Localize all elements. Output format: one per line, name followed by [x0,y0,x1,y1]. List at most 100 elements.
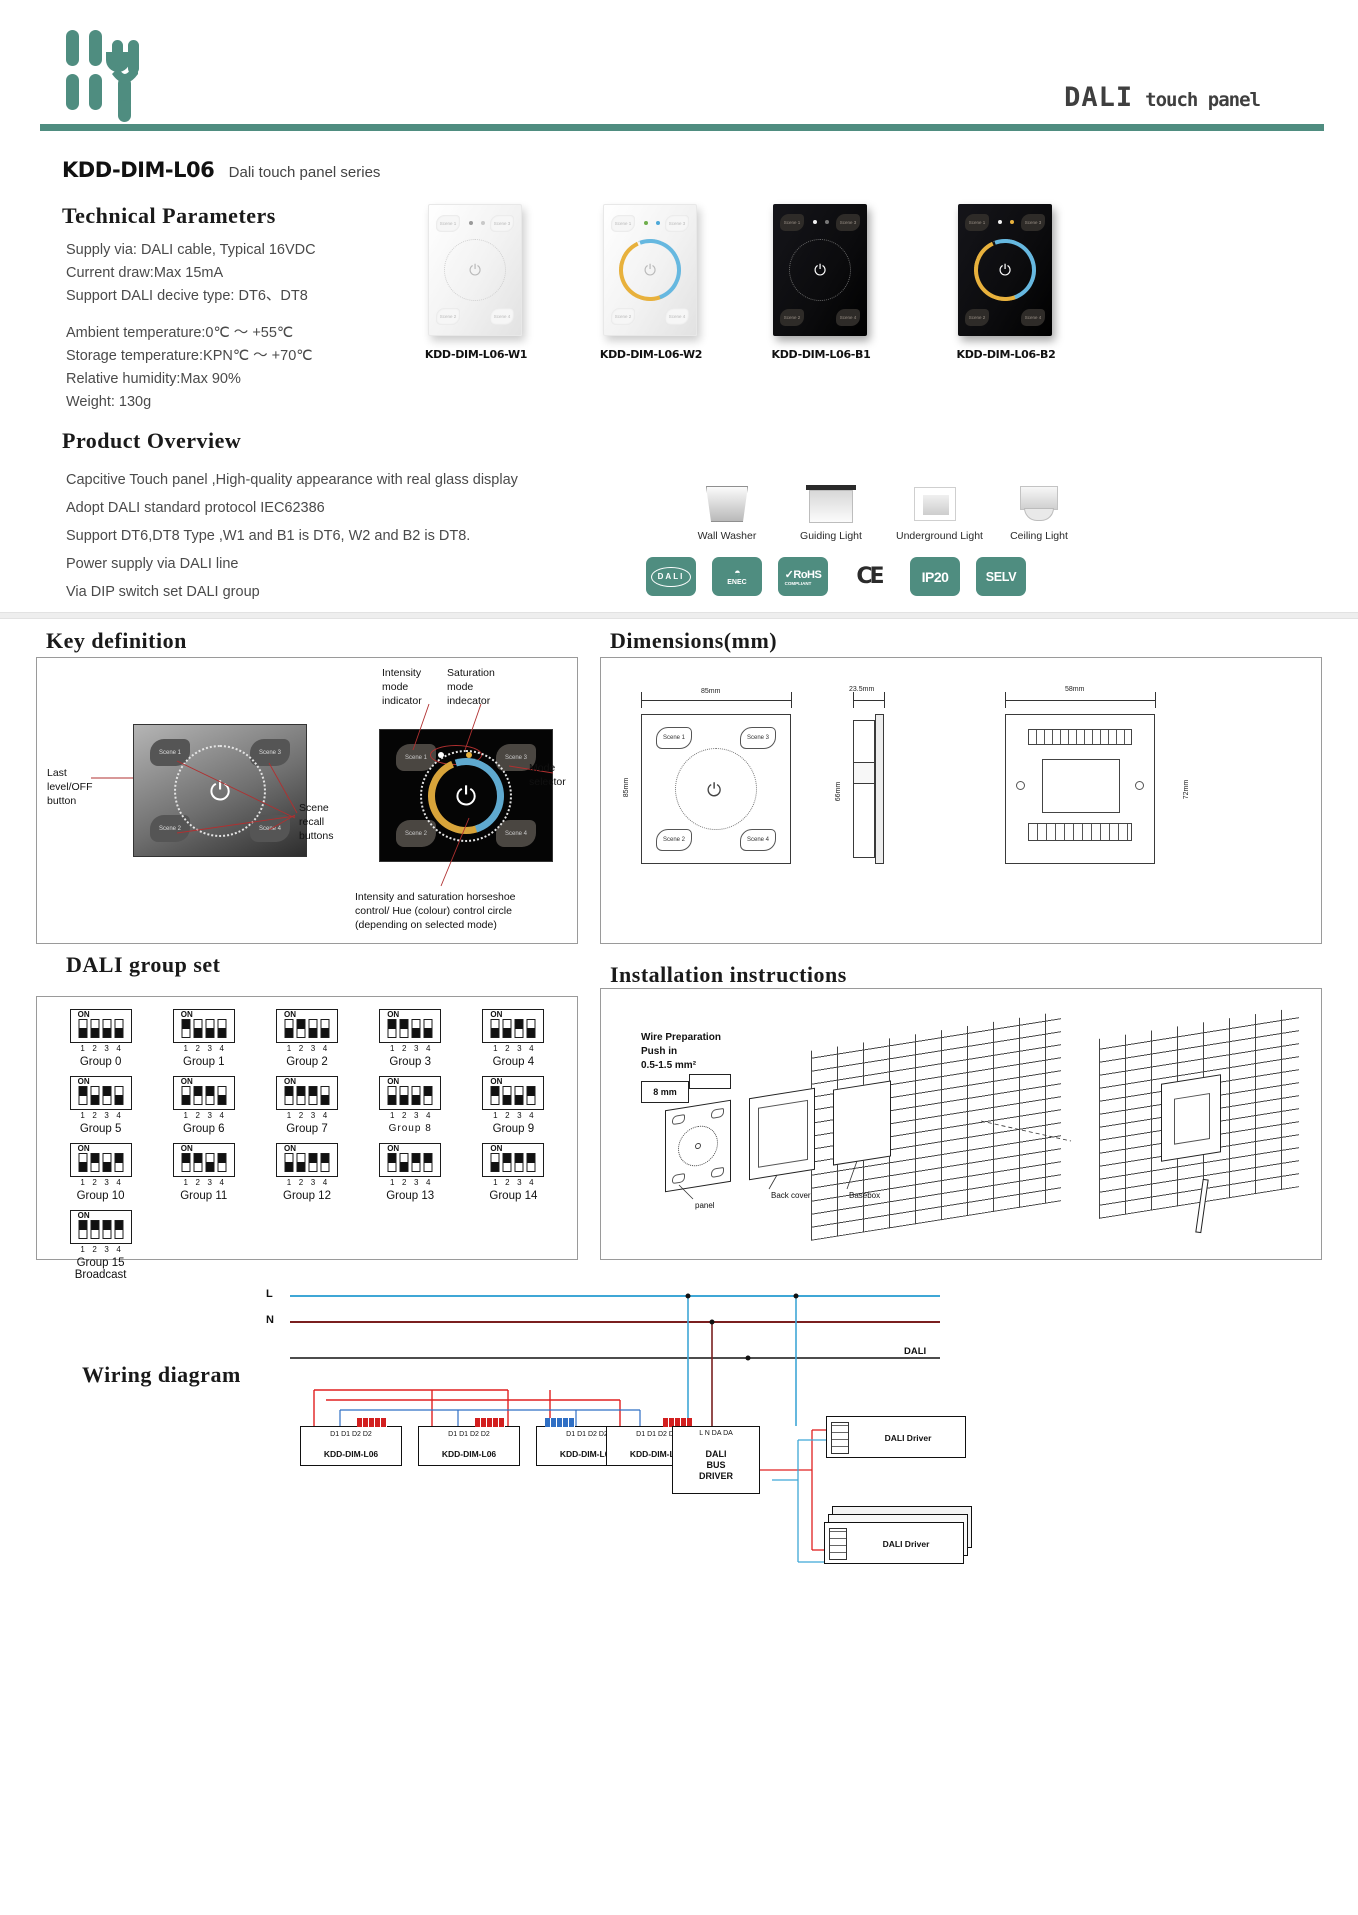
dip-switch[interactable]: ON 1 2 3 4 [275,1076,338,1120]
dip-switch-lever[interactable] [193,1019,203,1038]
dip-switch-lever[interactable] [399,1153,409,1172]
dip-switch-lever[interactable] [114,1086,124,1105]
dip-switch-lever[interactable] [102,1086,112,1105]
dip-switch-lever[interactable] [114,1220,124,1239]
dip-switch-lever[interactable] [181,1086,191,1105]
dip-switch-lever[interactable] [411,1086,421,1105]
dip-switch-lever[interactable] [205,1086,215,1105]
dip-switch-numbers: 1234 [80,1178,121,1187]
dip-switch-lever[interactable] [78,1019,88,1038]
dip-switch-lever[interactable] [90,1086,100,1105]
enec-badge-icon: ◓ ENEC [712,557,762,596]
touch-dial: ⏻ [444,239,506,301]
dip-switch-lever[interactable] [526,1153,536,1172]
dip-switch-lever[interactable] [217,1086,227,1105]
dip-switch-lever[interactable] [411,1019,421,1038]
dip-switch[interactable]: ON 1 2 3 4 [69,1076,132,1120]
tech-param: Relative humidity:Max 90% [66,371,241,387]
dip-switch[interactable]: ON 1 2 3 4 [275,1143,338,1187]
dip-switch[interactable]: ON 1 2 3 4 [69,1009,132,1053]
dip-switch-numbers: 1234 [286,1178,328,1187]
dip-switch-lever[interactable] [90,1153,100,1172]
scene-key: Scene 2 [436,308,460,325]
dip-switch-lever[interactable] [387,1153,397,1172]
dip-switch-lever[interactable] [308,1019,318,1038]
dip-switch-lever[interactable] [102,1220,112,1239]
dip-switch[interactable]: ON 1 2 3 4 [172,1009,235,1053]
dip-switch-lever[interactable] [205,1153,215,1172]
dip-switch-lever[interactable] [284,1086,294,1105]
dip-switch-lever[interactable] [114,1019,124,1038]
dip-switch-lever[interactable] [114,1153,124,1172]
dip-switch[interactable]: ON 1 2 3 4 [379,1143,442,1187]
dip-switch-lever[interactable] [423,1153,433,1172]
dip-group-label: Group 7 [286,1123,328,1135]
dip-switch-lever[interactable] [78,1153,88,1172]
dip-switch-lever[interactable] [526,1086,536,1105]
dip-switch-lever[interactable] [90,1220,100,1239]
dip-switch-lever[interactable] [526,1019,536,1038]
dip-switch-lever[interactable] [502,1019,512,1038]
dip-switch-lever[interactable] [320,1086,330,1105]
key-definition-panel: Scene 1 Scene 3 Scene 2 Scene 4 ⏻ Scene … [36,657,578,944]
dip-switch-lever[interactable] [502,1086,512,1105]
dip-switch[interactable]: ON 1 2 3 4 [482,1009,545,1053]
dip-switch-lever[interactable] [490,1019,500,1038]
panel-terminals: D1 D1 D2 D2 [330,1431,372,1438]
dip-switch-lever[interactable] [78,1086,88,1105]
dip-switch[interactable]: ON 1 2 3 4 [482,1143,545,1187]
dip-switch-lever[interactable] [399,1086,409,1105]
dip-switch-lever[interactable] [399,1019,409,1038]
application-caption: Guiding Light [800,530,862,542]
dip-on-label: ON [283,1077,296,1086]
dip-switch[interactable]: ON 1 2 3 4 [482,1076,545,1120]
dimension-sideheight-label: 66mm [835,781,843,802]
dip-switch-lever[interactable] [193,1086,203,1105]
dip-switch[interactable]: ON 1 2 3 4 [275,1009,338,1053]
application-item: Wall Washer [688,482,766,542]
dip-switch[interactable]: ON 1 2 3 4 [379,1009,442,1053]
dip-switch-lever[interactable] [320,1153,330,1172]
power-icon: ⏻ [209,775,231,806]
dip-switch-lever[interactable] [308,1153,318,1172]
dip-switch-lever[interactable] [514,1086,524,1105]
dip-switch-group: ON 1 2 3 4 Group 11 [152,1143,255,1202]
dip-switch-lever[interactable] [296,1019,306,1038]
dip-switch-lever[interactable] [217,1153,227,1172]
power-icon: ⏻ [814,261,826,279]
dip-switch-lever[interactable] [423,1019,433,1038]
dip-switch-lever[interactable] [502,1153,512,1172]
dip-switch-lever[interactable] [90,1019,100,1038]
dip-switch-lever[interactable] [181,1019,191,1038]
dip-switch-lever[interactable] [411,1153,421,1172]
dip-switch-lever[interactable] [423,1086,433,1105]
dip-switch-lever[interactable] [102,1153,112,1172]
dip-switch[interactable]: ON 1 2 3 4 [172,1143,235,1187]
dip-switch-lever[interactable] [387,1019,397,1038]
dip-switch-lever[interactable] [78,1220,88,1239]
dip-switch-lever[interactable] [320,1019,330,1038]
dip-switch-lever[interactable] [296,1086,306,1105]
touch-dial: ⏻ [608,228,692,312]
power-icon: ⏻ [644,261,656,279]
dip-switch[interactable]: ON 1 2 3 4 [69,1143,132,1187]
dip-switch-group: ON 1 2 3 4 Group 12 [255,1143,358,1202]
dip-switch[interactable]: ON 1 2 3 4 [172,1076,235,1120]
dip-switch[interactable]: ON 1 2 3 4 [379,1076,442,1120]
dip-switch-lever[interactable] [514,1153,524,1172]
dip-switch-lever[interactable] [284,1153,294,1172]
dip-switch-lever[interactable] [205,1019,215,1038]
dip-switch-lever[interactable] [102,1019,112,1038]
dip-switch-lever[interactable] [308,1086,318,1105]
dip-switch-lever[interactable] [490,1086,500,1105]
dip-switch[interactable]: ON 1 2 3 4 [69,1210,132,1254]
dip-switch-lever[interactable] [181,1153,191,1172]
dip-switch-lever[interactable] [387,1086,397,1105]
dip-switch-group: ON 1 2 3 4 Group 14 [462,1143,565,1202]
dip-switch-lever[interactable] [514,1019,524,1038]
dip-switch-lever[interactable] [284,1019,294,1038]
dip-switch-lever[interactable] [296,1153,306,1172]
dip-switch-lever[interactable] [490,1153,500,1172]
dip-switch-lever[interactable] [193,1153,203,1172]
dip-switch-lever[interactable] [217,1019,227,1038]
